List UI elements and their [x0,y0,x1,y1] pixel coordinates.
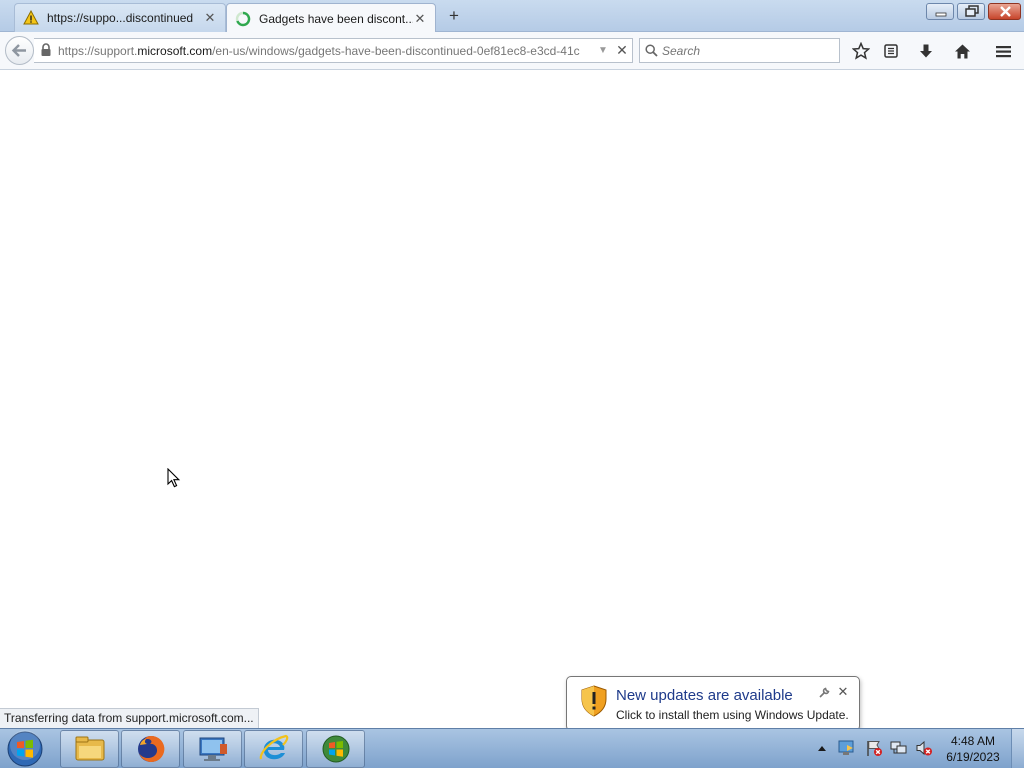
star-icon[interactable] [851,41,871,61]
new-tab-button[interactable]: + [444,6,464,26]
close-tab-icon[interactable]: ✕ [413,11,427,26]
home-icon[interactable] [952,41,972,61]
navigation-toolbar: https://support.microsoft.com/en-us/wind… [0,32,1024,70]
taskbar-explorer[interactable] [60,730,119,768]
browser-tab-strip: https://suppo...discontinued ✕ Gadgets h… [0,0,1024,33]
close-tab-icon[interactable]: ✕ [203,11,217,25]
back-arrow-icon [11,44,26,57]
explorer-icon [75,736,104,761]
address-bar[interactable]: https://support.microsoft.com/en-us/wind… [34,38,633,63]
plus-icon: + [449,6,459,25]
tab-discontinued-warning[interactable]: https://suppo...discontinued ✕ [14,3,226,32]
history-dropdown-icon[interactable]: ▼ [594,45,612,56]
network-icon[interactable] [889,737,909,759]
taskbar-remote-desktop[interactable] [183,730,242,768]
restore-button[interactable] [957,3,985,20]
minimize-button[interactable] [926,3,954,20]
windows-update-tray-icon[interactable] [836,737,856,759]
taskbar-windows-update[interactable] [306,730,365,768]
download-icon[interactable] [916,41,936,61]
system-clock[interactable]: 4:48 AM 6/19/2023 [942,733,1004,765]
update-notification-balloon[interactable]: New updates are available Click to insta… [566,676,860,742]
options-wrench-icon[interactable] [817,686,831,700]
firefox-icon [137,735,164,762]
loading-spinner-icon [235,11,251,27]
taskbar-internet-explorer[interactable] [244,730,303,768]
shield-warning-icon [581,685,607,720]
warning-icon [23,10,39,26]
url-text: https://support.microsoft.com/en-us/wind… [58,43,580,58]
tab-gadgets-discontinued[interactable]: Gadgets have been discont... ✕ [226,3,436,33]
close-window-button[interactable] [988,3,1021,20]
page-content-area[interactable] [0,71,1024,728]
start-button[interactable] [4,730,46,768]
desktop-screen: https://suppo...discontinued ✕ Gadgets h… [0,0,1024,768]
mouse-pointer-icon [167,467,181,491]
show-hidden-icons-arrow-icon[interactable] [812,737,832,759]
taskbar-firefox[interactable] [121,730,180,768]
action-center-flag-icon[interactable] [864,737,884,759]
windows-update-icon [322,735,349,763]
lock-icon [40,42,58,59]
menu-icon[interactable] [993,41,1013,61]
close-icon [1000,6,1011,17]
tab-label: https://suppo...discontinued [47,11,194,25]
volume-muted-icon[interactable] [914,737,934,759]
status-bar: Transferring data from support.microsoft… [0,708,259,728]
remote-desktop-icon [199,737,227,761]
notification-title: New updates are available [616,687,793,704]
stop-loading-icon[interactable]: ✕ [612,42,632,59]
windows-logo-icon [7,730,43,767]
show-desktop-button[interactable] [1011,729,1024,768]
restore-icon [965,5,979,17]
search-icon [640,44,662,57]
windows-taskbar: 4:48 AM 6/19/2023 [0,728,1024,768]
clock-time: 4:48 AM [950,734,996,748]
search-box[interactable] [639,38,840,63]
internet-explorer-icon [259,734,288,760]
notification-message: Click to install them using Windows Upda… [616,708,849,722]
minimize-icon [935,12,947,17]
clock-date: 6/19/2023 [946,750,1000,764]
reading-list-icon[interactable] [881,41,901,61]
tab-label: Gadgets have been discont... [259,11,413,26]
search-input[interactable] [662,43,832,58]
close-notification-icon[interactable]: ✕ [835,684,851,700]
back-button[interactable] [5,36,34,65]
